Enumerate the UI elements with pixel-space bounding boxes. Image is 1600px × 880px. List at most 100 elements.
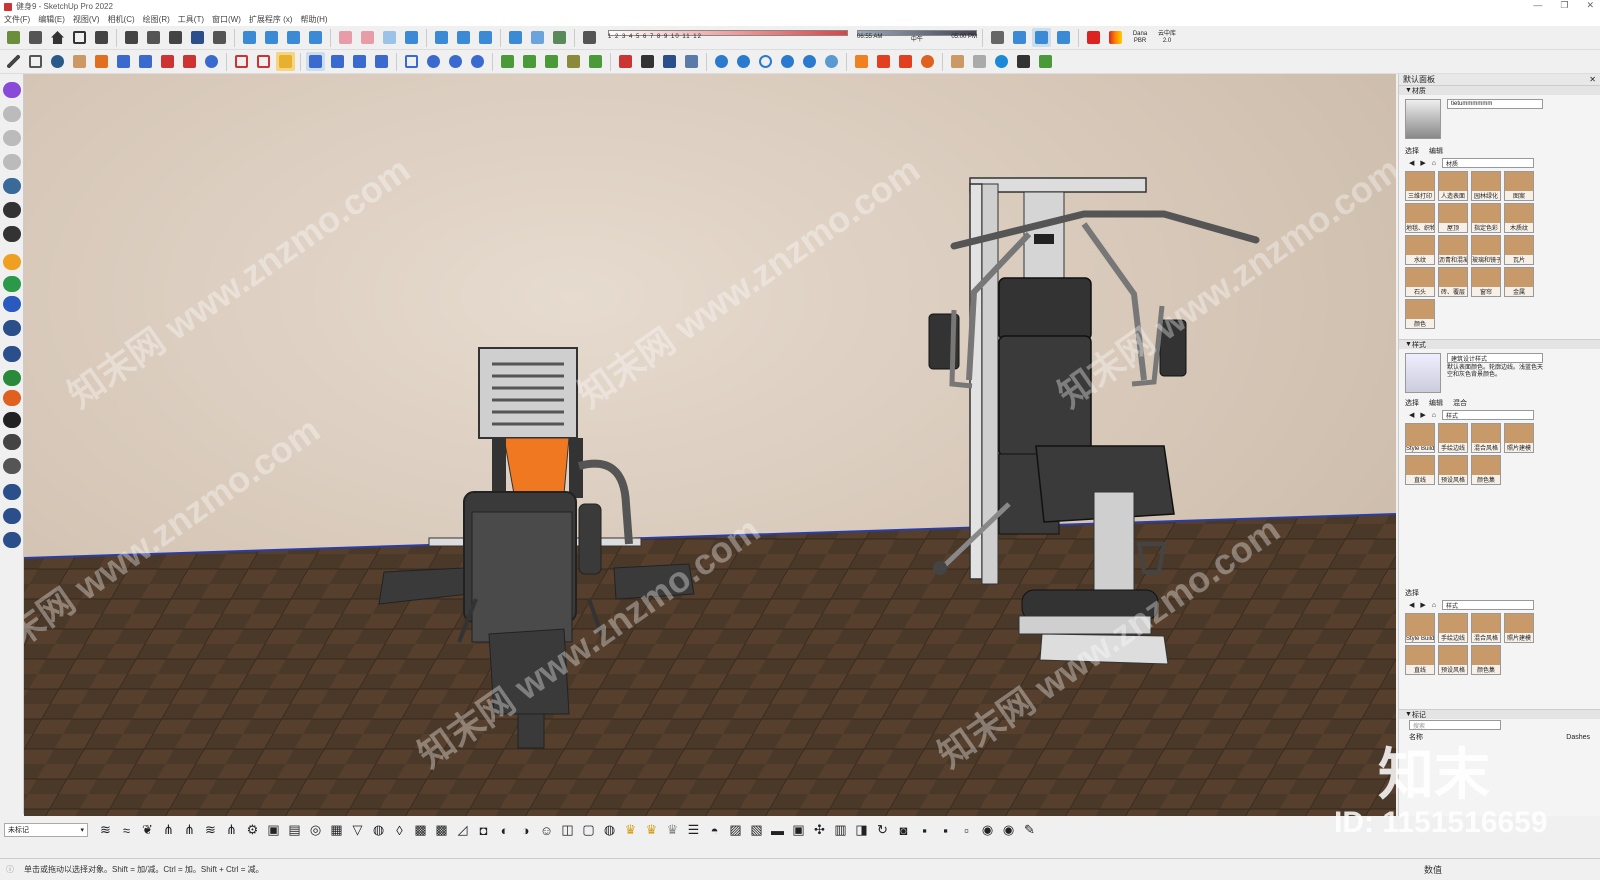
library-swatch[interactable]: 屋顶 (1438, 203, 1468, 233)
menu-tools[interactable]: 工具(T) (178, 14, 204, 25)
library-swatch[interactable]: 水纹 (1405, 235, 1435, 265)
camera-icon[interactable]: ◙ (894, 821, 913, 840)
library-swatch[interactable]: 石头 (1405, 267, 1435, 297)
left-tool-8[interactable] (3, 254, 21, 270)
forward-icon[interactable]: ▶ (1420, 601, 1425, 609)
left-tool-13[interactable] (3, 370, 21, 386)
eye-icon[interactable]: ◉ (999, 821, 1018, 840)
grass-icon[interactable]: ⋔ (180, 821, 199, 840)
left-tool-10[interactable] (3, 296, 21, 312)
view-front-button[interactable] (284, 28, 303, 47)
grass-icon[interactable]: ⋔ (159, 821, 178, 840)
water-tool-5[interactable] (800, 52, 819, 71)
shadow-settings[interactable]: 1 2 3 4 5 6 7 8 9 10 11 12 (608, 28, 848, 48)
tab-select[interactable]: 选择 (1405, 146, 1419, 156)
library-swatch[interactable]: 园林绿化 (1471, 171, 1501, 201)
ext-tool-1[interactable] (616, 52, 635, 71)
library-swatch[interactable]: 沥青和混凝土 (1438, 235, 1468, 265)
ext-tool-3[interactable] (660, 52, 679, 71)
line-tool[interactable] (4, 52, 23, 71)
camera-plan-button[interactable] (528, 28, 547, 47)
forward-icon[interactable]: ▶ (1420, 159, 1425, 167)
left-tool-9[interactable] (3, 276, 21, 292)
left-tool-11[interactable] (3, 320, 21, 336)
cloud-library-button[interactable]: 云中库2.0 (1155, 28, 1179, 47)
left-tool-20[interactable] (3, 532, 21, 548)
solid-union[interactable] (498, 52, 517, 71)
tape-tool[interactable] (254, 52, 273, 71)
sandbox-drape[interactable] (402, 52, 421, 71)
left-tool-4[interactable] (3, 154, 21, 170)
library-swatch[interactable]: Style Builder (1405, 613, 1435, 643)
ext-fire-button[interactable] (896, 52, 915, 71)
offset-tool[interactable] (158, 52, 177, 71)
trophy-icon[interactable]: ♛ (642, 821, 661, 840)
solid-trim[interactable] (564, 52, 583, 71)
color-book-button[interactable] (1106, 28, 1125, 47)
view-right-button[interactable] (306, 28, 325, 47)
tags-search-input[interactable]: 搜索 (1409, 720, 1501, 730)
gear-icon[interactable]: ⚙ (243, 821, 262, 840)
wave-icon[interactable]: ≋ (201, 821, 220, 840)
paint-tool[interactable] (92, 52, 111, 71)
rectangle-tool[interactable] (26, 52, 45, 71)
menu-extensions[interactable]: 扩展程序 (x) (249, 14, 293, 25)
refresh-icon[interactable]: ↻ (873, 821, 892, 840)
hatch-icon[interactable]: ▨ (726, 821, 745, 840)
menu-view[interactable]: 视图(V) (73, 14, 100, 25)
library-swatch[interactable]: 地毯、织物 (1405, 203, 1435, 233)
wave-icon[interactable]: ≋ (96, 821, 115, 840)
forward-icon[interactable]: ▶ (1420, 411, 1425, 419)
library-swatch[interactable]: 金属 (1504, 267, 1534, 297)
save-icon[interactable]: ▪ (915, 821, 934, 840)
component-tool-3[interactable] (166, 28, 185, 47)
trophy-icon[interactable]: ♛ (621, 821, 640, 840)
library-swatch[interactable]: 预设风格 (1438, 455, 1468, 485)
frame-icon[interactable]: ▣ (789, 821, 808, 840)
menu-draw[interactable]: 绘图(R) (143, 14, 170, 25)
library-swatch[interactable]: 直线 (1405, 645, 1435, 675)
minimize-button[interactable]: — (1533, 0, 1542, 11)
box-icon[interactable]: ▤ (285, 821, 304, 840)
eye-icon[interactable]: ◉ (978, 821, 997, 840)
component-tool-5[interactable] (210, 28, 229, 47)
tray-close-icon[interactable]: ✕ (1589, 75, 1596, 84)
section-plane-button[interactable] (432, 28, 451, 47)
face-icon[interactable]: ☺ (537, 821, 556, 840)
ext-gear-button[interactable] (918, 52, 937, 71)
move-tool[interactable] (180, 52, 199, 71)
solid-intersect[interactable] (542, 52, 561, 71)
position-camera-button[interactable] (1054, 28, 1073, 47)
checker-icon[interactable]: ▩ (432, 821, 451, 840)
menu-file[interactable]: 文件(F) (4, 14, 30, 25)
close-button[interactable]: ✕ (1586, 0, 1594, 11)
tab-edit[interactable]: 编辑 (1429, 146, 1443, 156)
walk-button[interactable] (1010, 28, 1029, 47)
hatch-icon[interactable]: ▧ (747, 821, 766, 840)
scale-tool[interactable] (232, 52, 251, 71)
shadow-toggle-button[interactable] (580, 28, 599, 47)
home-button[interactable] (48, 28, 67, 47)
library-swatch[interactable]: 图案 (1504, 171, 1534, 201)
left-tool-2[interactable] (3, 106, 21, 122)
menu-help[interactable]: 帮助(H) (300, 14, 327, 25)
home-icon[interactable]: ⌂ (1432, 602, 1436, 609)
grid-icon[interactable]: ▦ (327, 821, 346, 840)
look-around-button[interactable] (1032, 28, 1051, 47)
library-swatch[interactable]: 玻璃和镜子 (1471, 235, 1501, 265)
bulb-icon[interactable]: ◎ (306, 821, 325, 840)
camera-iso-button[interactable] (506, 28, 525, 47)
component-tool-4[interactable] (188, 28, 207, 47)
style-library-dropdown[interactable]: 样式 (1442, 410, 1535, 420)
menu-camera[interactable]: 相机(C) (108, 14, 135, 25)
library-swatch[interactable]: 照片建模 (1504, 423, 1534, 453)
library-swatch[interactable]: 手绘边线 (1438, 613, 1468, 643)
xray-button[interactable] (336, 28, 355, 47)
water-tool-4[interactable] (778, 52, 797, 71)
tab-select[interactable]: 选择 (1405, 398, 1419, 408)
library-swatch[interactable]: 颜色集 (1471, 455, 1501, 485)
back-icon[interactable]: ◀ (1409, 411, 1414, 419)
grass-icon[interactable]: ⋔ (222, 821, 241, 840)
home-icon[interactable]: ⌂ (1432, 160, 1436, 167)
library-swatch[interactable]: 指定色彩 (1471, 203, 1501, 233)
